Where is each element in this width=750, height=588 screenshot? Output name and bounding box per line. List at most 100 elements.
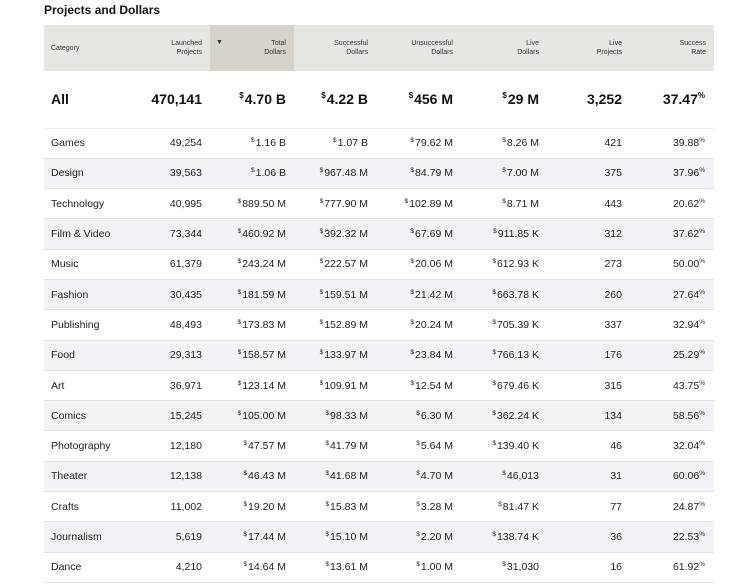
cell-category: Publishing: [44, 309, 132, 341]
cell-live-projects: 134: [547, 400, 630, 432]
cell-unsuccessful-dollars: $102.89 M: [376, 188, 461, 220]
column-header-unsuccessful-dollars[interactable]: Unsuccessful Dollars: [376, 25, 461, 71]
cell-value: 8.26 M: [506, 137, 539, 150]
table-row[interactable]: Comics 15,245 $105.00 M $98.33 M $6.30 M $362…: [44, 400, 714, 432]
cell-value: Design: [51, 167, 84, 180]
cell-unsuccessful-dollars: $67.69 M: [376, 218, 461, 250]
currency-symbol: $: [410, 349, 415, 357]
cell-value: 2.20 M: [420, 531, 453, 543]
cell-value: 20.62: [672, 197, 700, 210]
cell-value: 20.06 M: [415, 258, 453, 271]
cell-successful-dollars: $13.61 M: [294, 552, 376, 583]
cell-live-dollars: $29 M: [461, 71, 547, 129]
cell-value: 1.00 M: [420, 561, 453, 574]
cell-live-projects: 312: [547, 218, 630, 250]
projects-dollars-table: Category Launched Projects ▼ Total Dollars S…: [44, 25, 714, 583]
currency-symbol: $: [325, 500, 330, 508]
cell-value: Publishing: [51, 318, 100, 331]
cell-total-dollars: $460.92 M: [210, 218, 294, 250]
column-header-total-dollars[interactable]: ▼ Total Dollars: [210, 25, 294, 71]
percent-symbol: %: [699, 228, 705, 236]
table-row[interactable]: Photography 12,180 $47.57 M $41.79 M $5.64 M…: [44, 430, 714, 462]
table-row[interactable]: Fashion 30,435 $181.59 M $159.51 M $21.42 M $…: [44, 279, 714, 311]
cell-value: 50.00: [672, 258, 700, 271]
cell-unsuccessful-dollars: $12.54 M: [376, 370, 461, 402]
cell-value: 3,252: [586, 91, 622, 108]
cell-live-dollars: $705.39 K: [461, 309, 547, 341]
cell-total-dollars: $105.00 M: [210, 400, 294, 432]
cell-value: 102.89 M: [409, 197, 453, 210]
cell-category: Technology: [44, 188, 132, 220]
cell-successful-dollars: $152.89 M: [294, 309, 376, 341]
cell-launched-projects: 48,493: [132, 309, 210, 341]
column-header-successful-dollars[interactable]: Successful Dollars: [294, 25, 376, 71]
cell-category: Art: [44, 370, 132, 402]
column-header-live-dollars[interactable]: Live Dollars: [461, 25, 547, 71]
cell-value: 159.51 M: [324, 288, 368, 301]
cell-value: 4,210: [175, 561, 202, 574]
cell-live-projects: 31: [547, 461, 630, 493]
cell-value: 20.24 M: [415, 318, 453, 331]
table-row[interactable]: Music 61,379 $243.24 M $222.57 M $20.06 M $61…: [44, 249, 714, 280]
cell-value: Art: [51, 379, 65, 392]
table-row[interactable]: Crafts 11,002 $19.20 M $15.83 M $3.28 M $81.4…: [44, 491, 714, 523]
column-header-success-rate[interactable]: Success Rate: [630, 25, 714, 71]
percent-symbol: %: [699, 561, 705, 569]
cell-value: 138.74 K: [496, 531, 539, 543]
column-header-label: Unsuccessful Dollars: [411, 40, 453, 56]
cell-value: 460.92 M: [242, 228, 286, 241]
cell-value: Crafts: [51, 500, 80, 513]
currency-symbol: $: [319, 167, 324, 175]
cell-launched-projects: 5,619: [132, 521, 210, 553]
cell-launched-projects: 73,344: [132, 218, 210, 250]
cell-value: Games: [51, 137, 85, 150]
table-row[interactable]: Journalism 5,619 $17.44 M $15.10 M $2.20 M $1…: [44, 521, 714, 553]
table-row[interactable]: Theater 12,138 $46.43 M $41.68 M $4.70 M $46,…: [44, 461, 714, 493]
table-row[interactable]: Dance 4,210 $14.64 M $13.61 M $1.00 M $31,030…: [44, 552, 714, 583]
cell-successful-dollars: $133.97 M: [294, 340, 376, 371]
currency-symbol: $: [498, 500, 502, 508]
cell-value: 31,030: [506, 561, 539, 574]
cell-value: 48,493: [169, 318, 202, 331]
cell-value: 260: [604, 288, 622, 301]
table-row[interactable]: Games 49,254 $1.16 B $1.07 B $79.62 M $8.26 M…: [44, 128, 714, 159]
cell-unsuccessful-dollars: $1.00 M: [376, 552, 461, 583]
cell-value: 19.20 M: [248, 500, 286, 513]
cell-category: Design: [44, 158, 132, 190]
cell-value: 273: [604, 258, 622, 271]
cell-value: 470,141: [151, 91, 202, 108]
cell-category: Music: [44, 249, 132, 280]
currency-symbol: $: [502, 197, 506, 205]
cell-value: Fashion: [51, 288, 89, 301]
cell-value: All: [51, 91, 69, 108]
cell-value: 315: [604, 379, 622, 392]
currency-symbol: $: [319, 258, 324, 266]
table-row[interactable]: Film & Video 73,344 $460.92 M $392.32 M $67.…: [44, 218, 714, 250]
percent-symbol: %: [699, 500, 705, 508]
cell-live-projects: 77: [547, 491, 630, 523]
cell-launched-projects: 15,245: [132, 400, 210, 432]
cell-value: 123.14 M: [242, 379, 286, 392]
cell-value: 392.32 M: [324, 228, 368, 241]
table-row[interactable]: Publishing 48,493 $173.83 M $152.89 M $20.24…: [44, 309, 714, 341]
cell-live-projects: 260: [547, 279, 630, 311]
cell-success-rate: 32.94%: [630, 309, 714, 341]
cell-value: 456 M: [414, 91, 453, 108]
cell-success-rate: 24.87%: [630, 491, 714, 523]
cell-value: 81.47 K: [502, 500, 539, 513]
cell-value: 13.61 M: [330, 561, 368, 574]
column-header-category[interactable]: Category: [44, 25, 132, 71]
table-row[interactable]: Design 39,563 $1.06 B $967.48 M $84.79 M $7.0…: [44, 158, 714, 190]
cell-unsuccessful-dollars: $5.64 M: [376, 430, 461, 462]
table-row[interactable]: Food 29,313 $158.57 M $133.97 M $23.84 M $766…: [44, 340, 714, 371]
cell-value: Film & Video: [51, 228, 111, 241]
currency-symbol: $: [237, 258, 242, 266]
table-row[interactable]: Technology 40,995 $889.50 M $777.90 M $102.8…: [44, 188, 714, 220]
cell-live-projects: 443: [547, 188, 630, 220]
column-header-launched-projects[interactable]: Launched Projects: [132, 25, 210, 71]
column-header-live-projects[interactable]: Live Projects: [547, 25, 630, 71]
table-row[interactable]: Art 36,971 $123.14 M $109.91 M $12.54 M $679.…: [44, 370, 714, 402]
cell-total-dollars: $19.20 M: [210, 491, 294, 523]
cell-value: 32.04: [672, 440, 700, 453]
cell-successful-dollars: $4.22 B: [294, 71, 376, 129]
